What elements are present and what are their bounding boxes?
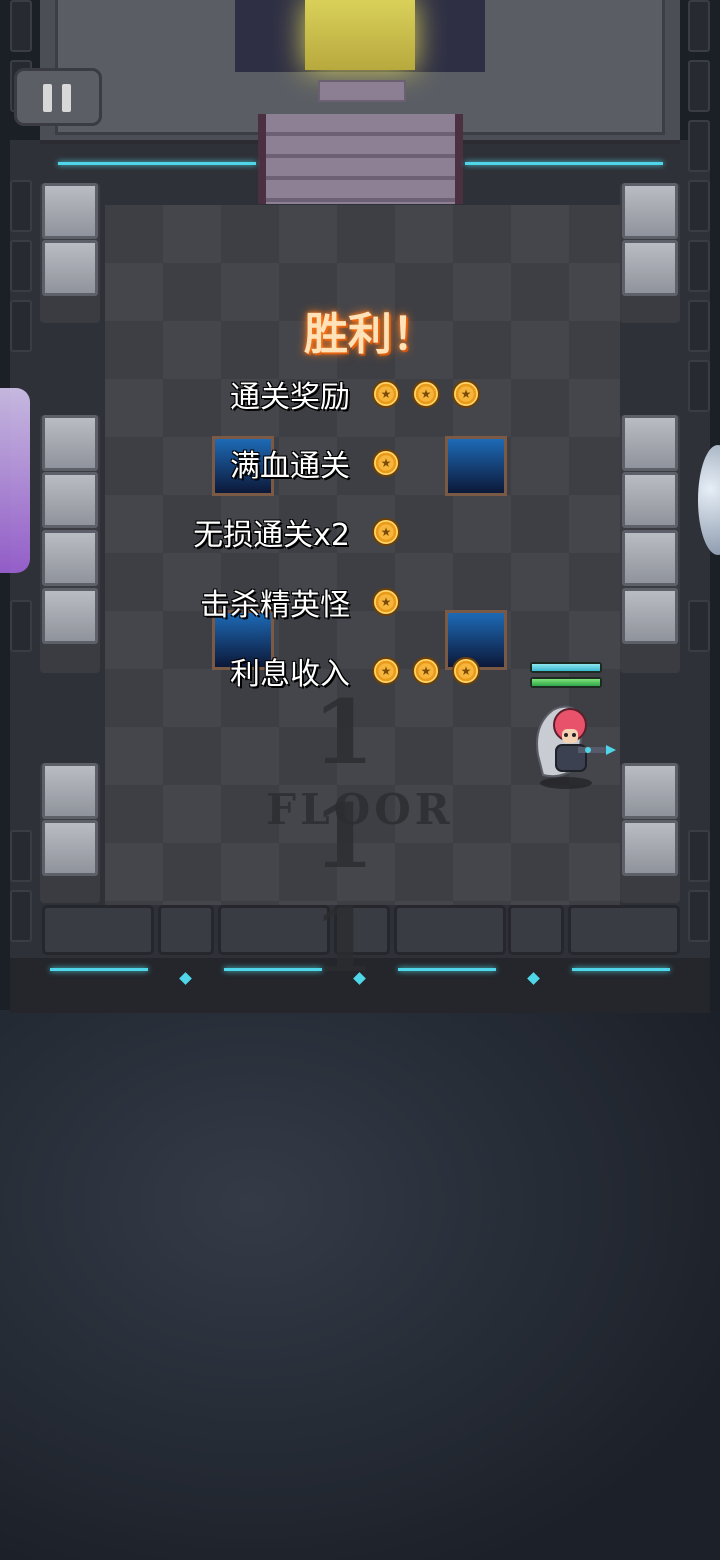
wall-block (10, 240, 32, 292)
coin-icon: ★ (372, 449, 400, 477)
reward-row: 无损通关x2 ★ (0, 510, 720, 554)
reward-label: 满血通关 (230, 449, 350, 484)
floor-label: FLOOR (266, 785, 454, 834)
reward-label: 击杀精英怪 (200, 588, 350, 623)
floor-number: 1 1 1 (312, 680, 413, 992)
reward-row: 满血通关 ★ (0, 441, 720, 485)
exit-door[interactable] (305, 0, 415, 70)
cyan-light-strip (572, 968, 670, 971)
pause-icon (17, 71, 99, 123)
stone-pillar (622, 763, 678, 819)
coin-icon: ★ (372, 380, 400, 408)
stone-pillar (622, 240, 678, 296)
coin-icon: ★ (452, 657, 480, 685)
cyan-light-strip (465, 162, 663, 165)
reward-row: 利息收入 ★ ★ ★ (0, 649, 720, 693)
stone-pillar (42, 240, 98, 296)
reward-row: 击杀精英怪 ★ (0, 580, 720, 624)
cyan-light-strip (58, 162, 256, 165)
stone-pillar (622, 820, 678, 876)
stone-pillar (42, 820, 98, 876)
bottom-wall-segment (508, 905, 564, 955)
wall-block (10, 0, 32, 52)
coin-icon: ★ (452, 380, 480, 408)
door-step (318, 80, 406, 102)
wall-block (688, 180, 710, 232)
wall-block (688, 60, 710, 112)
shield-bar-fill (532, 664, 600, 671)
wall-block (688, 120, 710, 172)
wall-block (688, 0, 710, 52)
health-bar (530, 677, 602, 688)
coin-icon: ★ (372, 588, 400, 616)
wall-block (688, 300, 710, 352)
stone-pillar (42, 763, 98, 819)
bottom-wall-segment (158, 905, 214, 955)
coin-icon: ★ (412, 380, 440, 408)
coin-icon: ★ (372, 657, 400, 685)
shield-bar (530, 662, 602, 673)
player-character[interactable] (528, 695, 618, 790)
coin-icon: ★ (372, 518, 400, 546)
stone-pillar (622, 183, 678, 239)
pause-button[interactable] (14, 68, 102, 126)
wall-block (10, 830, 32, 882)
reward-row: 通关奖励 ★ ★ ★ (0, 372, 720, 416)
wall-block (688, 240, 710, 292)
coin-icon: ★ (412, 657, 440, 685)
bottom-wall-segment (42, 905, 154, 955)
wall-block (10, 890, 32, 942)
victory-title: 胜利！ (304, 309, 436, 360)
exit-stairs[interactable] (258, 114, 463, 204)
reward-label: 利息收入 (230, 657, 350, 692)
wall-block (10, 300, 32, 352)
wall-block (688, 890, 710, 942)
cyan-light-strip (50, 968, 148, 971)
fog-background (0, 1010, 720, 1560)
wall-block (10, 180, 32, 232)
wall-block (688, 830, 710, 882)
health-bar-fill (532, 679, 600, 686)
bottom-wall-segment (568, 905, 680, 955)
reward-label: 无损通关x2 (193, 518, 350, 553)
stone-pillar (42, 183, 98, 239)
reward-label: 通关奖励 (230, 380, 350, 415)
